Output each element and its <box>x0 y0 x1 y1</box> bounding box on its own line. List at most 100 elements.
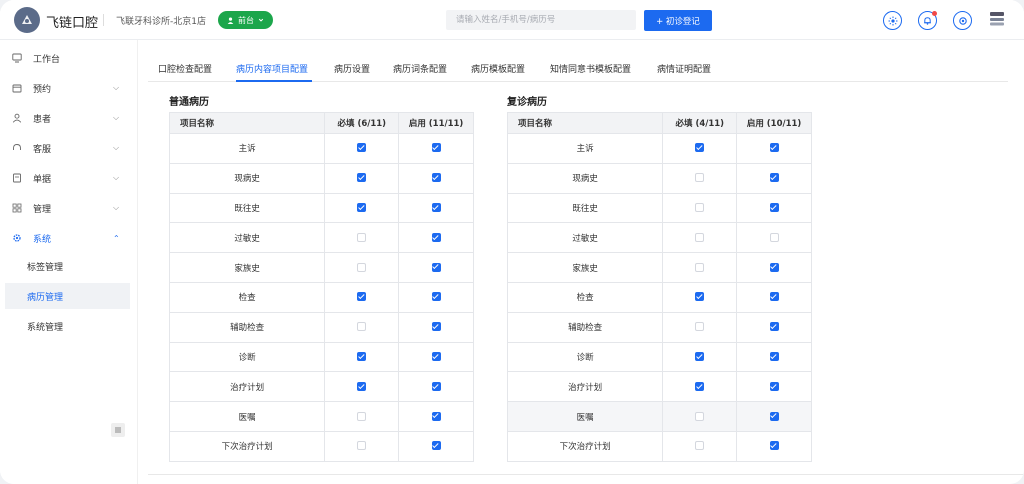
tab-condition-proof-config[interactable]: 病情证明配置 <box>657 62 711 75</box>
enabled-checkbox[interactable] <box>769 322 779 332</box>
required-cell <box>662 162 738 194</box>
chevron-down-icon: ⌵ <box>113 143 120 152</box>
required-checkbox[interactable] <box>357 173 367 183</box>
required-checkbox[interactable] <box>695 322 705 332</box>
required-checkbox[interactable] <box>695 441 705 451</box>
required-checkbox[interactable] <box>695 292 705 302</box>
sidebar-subitem-system-management[interactable]: 系统管理 <box>5 313 130 339</box>
chevron-down-icon: ⌵ <box>113 113 120 122</box>
required-checkbox[interactable] <box>695 381 705 391</box>
sidebar-item-service[interactable]: 客服 ⌵ <box>0 135 130 161</box>
enabled-checkbox[interactable] <box>769 441 779 451</box>
required-cell <box>662 371 738 403</box>
required-checkbox[interactable] <box>695 232 705 242</box>
item-name-cell: 检查 <box>168 281 326 313</box>
required-checkbox[interactable] <box>357 143 367 153</box>
table-row: 医嘱 <box>168 401 474 432</box>
enabled-checkbox[interactable] <box>769 232 779 242</box>
enabled-cell <box>736 341 812 373</box>
enabled-checkbox[interactable] <box>769 143 779 153</box>
enabled-checkbox[interactable] <box>769 292 779 302</box>
enabled-checkbox[interactable] <box>769 351 779 361</box>
enabled-checkbox[interactable] <box>431 441 441 451</box>
sidebar-subitem-record-management[interactable]: 病历管理 <box>5 283 130 309</box>
patient-search-input[interactable] <box>446 10 636 30</box>
required-cell <box>324 341 400 373</box>
required-checkbox[interactable] <box>695 202 705 212</box>
clinic-name[interactable]: 飞联牙科诊所-北京1店 <box>116 14 206 27</box>
enabled-checkbox[interactable] <box>431 262 441 272</box>
enabled-checkbox[interactable] <box>431 202 441 212</box>
column-header: 启用 (11/11) <box>398 112 474 134</box>
sidebar-item-management[interactable]: 管理 ⌵ <box>0 195 130 221</box>
config-tabs: 口腔检查配置 病历内容项目配置 病历设置 病历词条配置 病历模板配置 知情同意书… <box>148 56 1008 82</box>
required-cell <box>324 401 400 432</box>
enabled-checkbox[interactable] <box>769 173 779 183</box>
required-checkbox[interactable] <box>695 143 705 153</box>
tab-record-settings[interactable]: 病历设置 <box>334 62 370 75</box>
enabled-cell <box>398 252 474 283</box>
column-header: 启用 (10/11) <box>736 112 812 134</box>
enabled-checkbox[interactable] <box>431 143 441 153</box>
enabled-checkbox[interactable] <box>431 292 441 302</box>
sidebar-item-documents[interactable]: 单据 ⌵ <box>0 165 130 191</box>
sidebar-item-workbench[interactable]: 工作台 <box>0 45 130 71</box>
required-checkbox[interactable] <box>357 351 367 361</box>
enabled-checkbox[interactable] <box>431 411 441 421</box>
enabled-checkbox[interactable] <box>769 202 779 212</box>
new-patient-register-button[interactable]: + 初诊登记 <box>644 10 712 31</box>
required-checkbox[interactable] <box>695 262 705 272</box>
tab-oral-exam-config[interactable]: 口腔检查配置 <box>158 62 212 75</box>
table-row: 治疗计划 <box>168 371 474 403</box>
required-checkbox[interactable] <box>695 351 705 361</box>
sidebar-item-appointment[interactable]: 预约 ⌵ <box>0 75 130 101</box>
required-cell <box>662 192 738 224</box>
required-checkbox[interactable] <box>357 441 367 451</box>
enabled-checkbox[interactable] <box>431 351 441 361</box>
settings-icon[interactable] <box>953 11 972 30</box>
enabled-checkbox[interactable] <box>769 381 779 391</box>
sidebar-item-system[interactable]: 系统 ⌃ <box>0 225 130 251</box>
enabled-checkbox[interactable] <box>431 322 441 332</box>
table-row: 医嘱 <box>506 401 812 432</box>
table-row: 既往史 <box>506 192 812 224</box>
required-checkbox[interactable] <box>357 292 367 302</box>
table-row: 下次治疗计划 <box>168 430 474 462</box>
required-checkbox[interactable] <box>357 381 367 391</box>
required-checkbox[interactable] <box>357 232 367 242</box>
sidebar-item-patient[interactable]: 患者 ⌵ <box>0 105 130 131</box>
role-switch-button[interactable]: 前台 <box>218 11 273 29</box>
enabled-checkbox[interactable] <box>769 411 779 421</box>
required-cell <box>662 430 738 462</box>
required-checkbox[interactable] <box>695 173 705 183</box>
table-row: 既往史 <box>168 192 474 224</box>
chevron-down-icon: ⌵ <box>113 203 120 212</box>
enabled-checkbox[interactable] <box>431 173 441 183</box>
tab-consent-template-config[interactable]: 知情同意书模板配置 <box>550 62 631 75</box>
table-row: 辅助检查 <box>506 311 812 343</box>
required-checkbox[interactable] <box>357 411 367 421</box>
table-row: 现病史 <box>506 162 812 194</box>
enabled-checkbox[interactable] <box>431 232 441 242</box>
app-name: 飞链口腔 <box>46 16 99 31</box>
tab-record-content-config[interactable]: 病历内容项目配置 <box>236 62 308 75</box>
sidebar-collapse-button[interactable] <box>111 423 125 437</box>
required-checkbox[interactable] <box>357 322 367 332</box>
item-name-cell: 下次治疗计划 <box>168 430 326 462</box>
required-checkbox[interactable] <box>695 411 705 421</box>
required-checkbox[interactable] <box>357 262 367 272</box>
sidebar-subitem-tag-management[interactable]: 标签管理 <box>5 253 130 279</box>
bell-icon[interactable] <box>918 11 937 30</box>
user-avatar-icon[interactable] <box>988 10 1006 28</box>
enabled-cell <box>736 162 812 194</box>
required-checkbox[interactable] <box>357 202 367 212</box>
user-icon <box>12 113 22 123</box>
required-cell <box>662 222 738 254</box>
table-row: 辅助检查 <box>168 311 474 343</box>
sun-icon[interactable] <box>883 11 902 30</box>
enabled-checkbox[interactable] <box>769 262 779 272</box>
enabled-checkbox[interactable] <box>431 381 441 391</box>
required-cell <box>324 162 400 194</box>
tab-record-template-config[interactable]: 病历模板配置 <box>471 62 525 75</box>
tab-record-terms-config[interactable]: 病历词条配置 <box>393 62 447 75</box>
